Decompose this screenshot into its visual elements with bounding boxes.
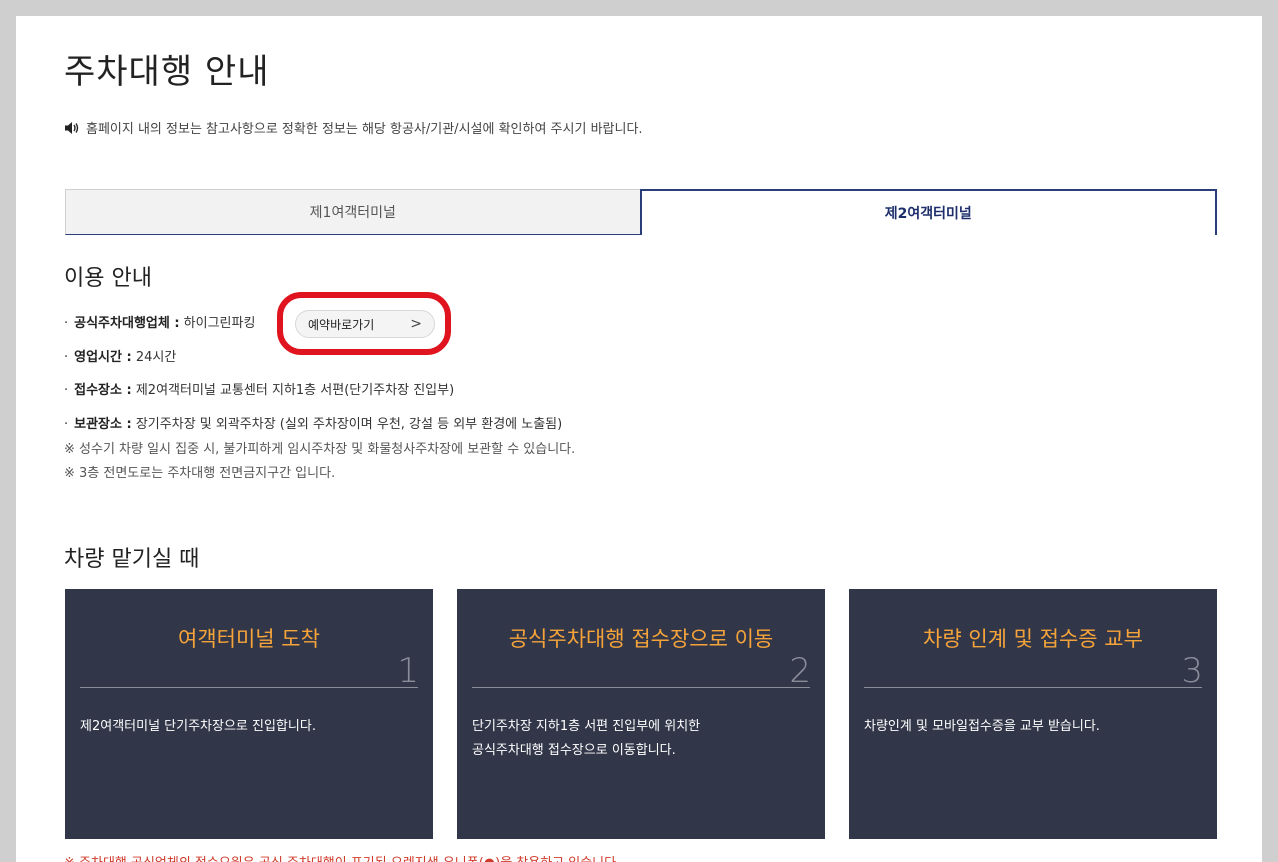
step-title: 공식주차대행 접수장으로 이동 xyxy=(508,627,774,651)
step-number: 2 xyxy=(789,651,811,691)
step-divider xyxy=(864,687,1202,688)
reserve-button-label: 예약바로가기 xyxy=(308,317,375,332)
info-label: 공식주차대행업체 : xyxy=(74,316,180,331)
step-number: 3 xyxy=(1181,651,1203,691)
info-row-hours: · 영업시간 : 24시간 xyxy=(64,350,177,365)
step-description: 제2여객터미널 단기주차장으로 진입합니다. xyxy=(80,719,316,734)
uniform-notice: ※ 주차대행 공식업체의 접수요원은 공식 주차대행이 표기된 오렌지색 유니폼… xyxy=(64,852,620,862)
tab-terminal-2[interactable]: 제2여객터미널 xyxy=(639,189,1217,235)
usage-title: 이용 안내 xyxy=(64,266,152,291)
note-no-valet-zone: ※ 3층 전면도로는 주차대행 전면금지구간 입니다. xyxy=(64,466,336,481)
terminal-tabs: 제1여객터미널 제2여객터미널 xyxy=(65,189,1217,235)
step-title: 여객터미널 도착 xyxy=(178,627,320,651)
step-description: 차량인계 및 모바일접수증을 교부 받습니다. xyxy=(864,719,1100,734)
reserve-button[interactable]: 예약바로가기 > xyxy=(295,310,435,338)
step-description: 단기주차장 지하1층 서편 진입부에 위치한 공식주차대행 접수장으로 이동합니… xyxy=(472,719,701,758)
info-label: 영업시간 : xyxy=(74,350,132,365)
step-card-1: 여객터미널 도착 1 제2여객터미널 단기주차장으로 진입합니다. xyxy=(65,589,433,839)
info-row-reception: · 접수장소 : 제2여객터미널 교통센터 지하1층 서편(단기주차장 진입부) xyxy=(64,383,455,398)
info-label: 접수장소 : xyxy=(74,383,132,398)
info-value: 하이그린파킹 xyxy=(179,316,256,331)
chevron-right-icon: > xyxy=(410,316,422,332)
info-row-storage: · 보관장소 : 장기주차장 및 외곽주차장 (실외 주차장이며 우천, 강설 등… xyxy=(64,417,563,432)
step-divider xyxy=(80,687,418,688)
step-card-3: 차량 인계 및 접수증 교부 3 차량인계 및 모바일접수증을 교부 받습니다. xyxy=(849,589,1217,839)
step-card-2: 공식주차대행 접수장으로 이동 2 단기주차장 지하1층 서편 진입부에 위치한… xyxy=(457,589,825,839)
page-container: 주차대행 안내 홈페이지 내의 정보는 참고사항으로 정확한 정보는 해당 항공… xyxy=(16,16,1262,862)
dropoff-title: 차량 맡기실 때 xyxy=(64,547,200,572)
step-title: 차량 인계 및 접수증 교부 xyxy=(923,627,1143,651)
notice-bar: 홈페이지 내의 정보는 참고사항으로 정확한 정보는 해당 항공사/기관/시설에… xyxy=(64,118,643,137)
dropoff-steps: 여객터미널 도착 1 제2여객터미널 단기주차장으로 진입합니다. 공식주차대행… xyxy=(65,589,1217,839)
info-value: 제2여객터미널 교통센터 지하1층 서편(단기주차장 진입부) xyxy=(131,383,455,398)
tab-terminal-1[interactable]: 제1여객터미널 xyxy=(65,189,640,235)
page-title: 주차대행 안내 xyxy=(64,52,270,92)
info-value: 장기주차장 및 외곽주차장 (실외 주차장이며 우천, 강설 등 외부 환경에 … xyxy=(131,417,563,432)
step-number: 1 xyxy=(397,651,419,691)
info-row-operator: · 공식주차대행업체 : 하이그린파킹 xyxy=(64,316,256,331)
note-peak-season: ※ 성수기 차량 일시 집중 시, 불가피하게 임시주차장 및 화물청사주차장에… xyxy=(64,442,576,457)
speaker-icon xyxy=(65,121,79,134)
info-value: 24시간 xyxy=(131,350,177,365)
step-divider xyxy=(472,687,810,688)
notice-text: 홈페이지 내의 정보는 참고사항으로 정확한 정보는 해당 항공사/기관/시설에… xyxy=(86,122,643,137)
info-label: 보관장소 : xyxy=(74,417,132,432)
